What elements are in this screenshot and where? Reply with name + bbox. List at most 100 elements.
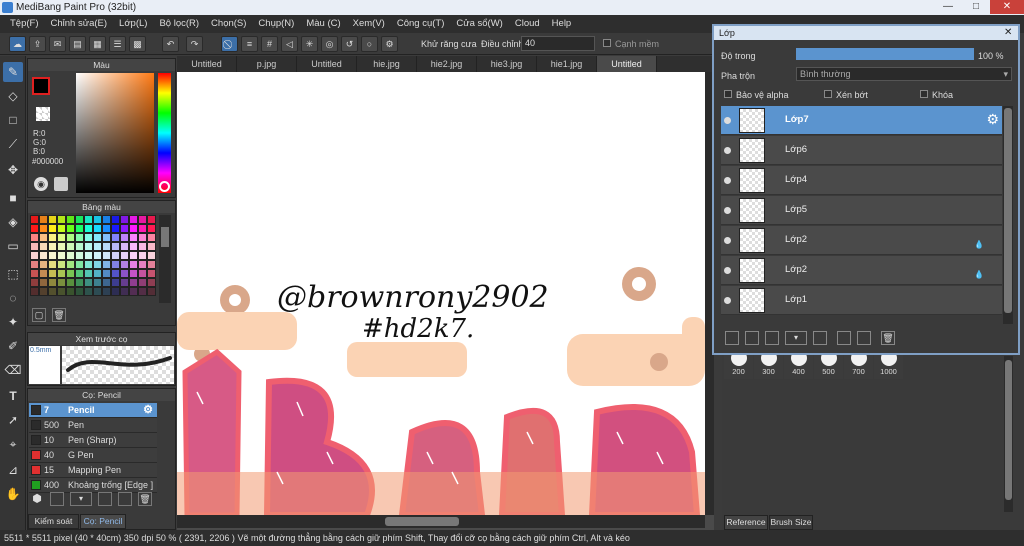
- palette-swatch[interactable]: [93, 287, 102, 296]
- palette-swatch[interactable]: [102, 224, 111, 233]
- palette-swatch[interactable]: [102, 278, 111, 287]
- palette-swatch[interactable]: [111, 278, 120, 287]
- tab-document[interactable]: Untitled: [297, 56, 357, 72]
- hue-slider[interactable]: [158, 73, 171, 193]
- menu-help[interactable]: Help: [546, 15, 578, 33]
- palette-swatch[interactable]: [57, 251, 66, 260]
- palette-swatch[interactable]: [102, 269, 111, 278]
- cloud-icon[interactable]: ☁: [9, 36, 26, 52]
- palette-swatch[interactable]: [138, 287, 147, 296]
- merge-layer-icon[interactable]: [857, 331, 871, 345]
- move-tool-icon[interactable]: ✥: [3, 160, 23, 180]
- palette-swatch[interactable]: [93, 233, 102, 242]
- curve-snap-icon[interactable]: ↺: [341, 36, 358, 52]
- palette-swatch[interactable]: [147, 260, 156, 269]
- palette-swatch[interactable]: [120, 269, 129, 278]
- folder-icon[interactable]: [813, 331, 827, 345]
- layer-row[interactable]: Lớp2 💧: [721, 256, 1002, 285]
- palette-swatch[interactable]: [129, 278, 138, 287]
- palette-swatch[interactable]: [39, 242, 48, 251]
- fill-rect-tool-icon[interactable]: ■: [3, 188, 23, 208]
- tab-brush-control[interactable]: Kiểm soát cọ: [28, 514, 79, 539]
- layer-row[interactable]: Lớp4: [721, 166, 1002, 195]
- palette-swatch[interactable]: [48, 287, 57, 296]
- brush-settings-icon[interactable]: [98, 492, 112, 506]
- tab-document-active[interactable]: Untitled: [597, 56, 657, 72]
- panel-icon[interactable]: ▤: [69, 36, 86, 52]
- palette-swatch[interactable]: [138, 251, 147, 260]
- palette-swatch[interactable]: [93, 224, 102, 233]
- palette-swatch[interactable]: [39, 269, 48, 278]
- palette-swatch[interactable]: [48, 251, 57, 260]
- palette-swatch[interactable]: [57, 287, 66, 296]
- palette-swatch[interactable]: [30, 215, 39, 224]
- palette-swatch[interactable]: [138, 242, 147, 251]
- no-snap-icon[interactable]: ⃠: [221, 36, 238, 52]
- palette-swatch[interactable]: [30, 233, 39, 242]
- line-tool-icon[interactable]: ⟋: [3, 134, 23, 154]
- palette-swatch[interactable]: [39, 278, 48, 287]
- color-wheel-icon[interactable]: ◉: [34, 177, 48, 191]
- bucket-tool-icon[interactable]: ◈: [3, 212, 23, 232]
- operation-tool-icon[interactable]: ➚: [3, 410, 23, 430]
- visibility-icon[interactable]: [724, 177, 731, 184]
- vanishing-snap-icon[interactable]: ◁: [281, 36, 298, 52]
- palette-swatch[interactable]: [66, 233, 75, 242]
- palette-swatch[interactable]: [93, 260, 102, 269]
- lasso-tool-icon[interactable]: ◌: [3, 288, 23, 308]
- palette-swatch[interactable]: [111, 224, 120, 233]
- palette-swatch[interactable]: [66, 224, 75, 233]
- new-brush-icon[interactable]: [50, 492, 64, 506]
- palette-swatch[interactable]: [66, 251, 75, 260]
- palette-swatch[interactable]: [138, 224, 147, 233]
- layer-row[interactable]: Lớp1: [721, 286, 1002, 315]
- visibility-icon[interactable]: [724, 297, 731, 304]
- palette-swatch[interactable]: [129, 224, 138, 233]
- palette-swatch[interactable]: [30, 287, 39, 296]
- eyedropper-tool-icon[interactable]: ⌖: [3, 434, 23, 454]
- palette-swatch[interactable]: [102, 287, 111, 296]
- text-tool-icon[interactable]: T: [3, 386, 23, 406]
- visibility-icon[interactable]: [724, 117, 731, 124]
- palette-swatch[interactable]: [138, 215, 147, 224]
- tab-document[interactable]: hie1.jpg: [537, 56, 597, 72]
- drawing-canvas[interactable]: @brownrony2902 #hd2k7.: [177, 72, 705, 515]
- palette-swatch[interactable]: [93, 278, 102, 287]
- palette-swatch[interactable]: [129, 242, 138, 251]
- grid-icon[interactable]: ▩: [129, 36, 146, 52]
- palette-swatch[interactable]: [48, 233, 57, 242]
- palette-swatch[interactable]: [30, 260, 39, 269]
- palette-swatch[interactable]: [66, 242, 75, 251]
- minimize-button[interactable]: —: [934, 0, 962, 14]
- tab-brush-size[interactable]: Brush Size: [769, 515, 813, 530]
- palette-swatch[interactable]: [129, 215, 138, 224]
- palette-swatch[interactable]: [93, 251, 102, 260]
- palette-swatch[interactable]: [120, 278, 129, 287]
- select-eraser-tool-icon[interactable]: ⌫: [3, 360, 23, 380]
- palette-swatch[interactable]: [120, 224, 129, 233]
- palette-swatch[interactable]: [66, 278, 75, 287]
- lock-checkbox[interactable]: [920, 90, 928, 98]
- new-palette-icon[interactable]: ▢: [32, 308, 46, 322]
- palette-swatch[interactable]: [120, 242, 129, 251]
- palette-swatch[interactable]: [39, 287, 48, 296]
- close-icon[interactable]: ✕: [1004, 27, 1012, 38]
- layer-row[interactable]: Lớp7 ⚙: [721, 106, 1002, 135]
- palette-swatch[interactable]: [30, 251, 39, 260]
- palette-swatch[interactable]: [147, 242, 156, 251]
- layer-row[interactable]: Lớp5: [721, 196, 1002, 225]
- brush-item[interactable]: 500 Pen: [29, 418, 157, 433]
- palette-swatch[interactable]: [39, 233, 48, 242]
- palette-swatch[interactable]: [84, 287, 93, 296]
- select-tool-icon[interactable]: ⬚: [3, 264, 23, 284]
- palette-swatch[interactable]: [30, 242, 39, 251]
- palette-swatch[interactable]: [66, 260, 75, 269]
- palette-swatch[interactable]: [102, 242, 111, 251]
- visibility-icon[interactable]: [724, 147, 731, 154]
- palette-swatch[interactable]: [39, 224, 48, 233]
- palette-swatch[interactable]: [66, 269, 75, 278]
- palette-swatch[interactable]: [138, 260, 147, 269]
- clipping-checkbox[interactable]: [824, 90, 832, 98]
- brush-tool-icon[interactable]: ✎: [3, 62, 23, 82]
- palette-swatch[interactable]: [30, 278, 39, 287]
